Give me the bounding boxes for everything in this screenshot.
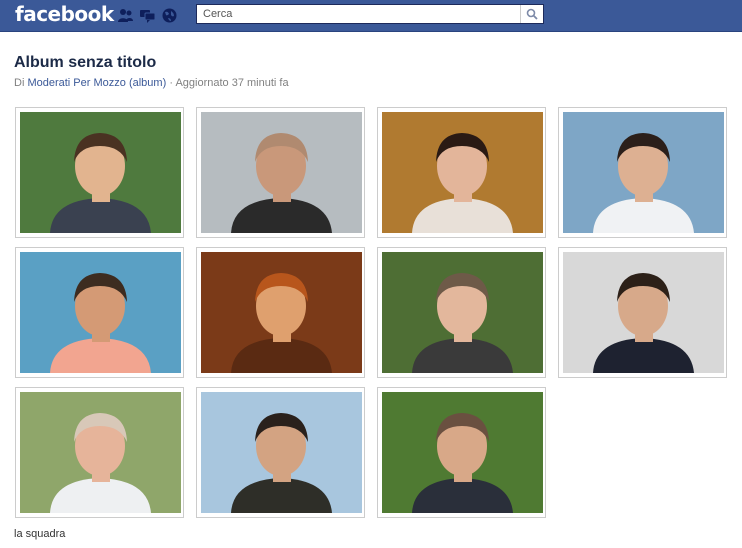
byline-prefix: Di: [14, 77, 25, 89]
top-bar: facebook: [0, 0, 742, 32]
photo-thumbnail-10[interactable]: [196, 387, 365, 518]
photo-image: [201, 112, 362, 233]
updated-time: Aggiornato 37 minuti fa: [175, 77, 289, 89]
portrait-image: [201, 252, 362, 373]
album-caption: la squadra: [14, 528, 66, 540]
portrait-image: [201, 112, 362, 233]
photo-thumbnail-1[interactable]: [15, 107, 184, 238]
messages-icon[interactable]: [139, 7, 156, 24]
photo-image: [20, 252, 181, 373]
portrait-image: [20, 112, 181, 233]
photo-image: [382, 392, 543, 513]
search-icon: [526, 8, 538, 20]
photo-image: [20, 392, 181, 513]
photo-thumbnail-3[interactable]: [377, 107, 546, 238]
portrait-image: [563, 252, 724, 373]
photo-image: [382, 112, 543, 233]
notifications-globe-icon[interactable]: [161, 7, 178, 24]
photo-image: [382, 252, 543, 373]
photo-thumbnail-6[interactable]: [196, 247, 365, 378]
portrait-image: [382, 112, 543, 233]
portrait-image: [201, 392, 362, 513]
photo-image: [201, 392, 362, 513]
photo-image: [201, 252, 362, 373]
search-box: [196, 4, 544, 24]
facebook-logo[interactable]: facebook: [15, 2, 114, 26]
search-input[interactable]: [197, 5, 525, 23]
photo-thumbnail-9[interactable]: [15, 387, 184, 518]
album-link[interactable]: (album): [129, 77, 166, 89]
photo-image: [563, 252, 724, 373]
portrait-image: [20, 392, 181, 513]
album-title: Album senza titolo: [14, 54, 157, 71]
album-byline: Di Moderati Per Mozzo (album) · Aggiorna…: [14, 77, 289, 89]
photo-thumbnail-2[interactable]: [196, 107, 365, 238]
photo-thumbnail-8[interactable]: [558, 247, 727, 378]
photo-image: [563, 112, 724, 233]
photo-thumbnail-5[interactable]: [15, 247, 184, 378]
portrait-image: [20, 252, 181, 373]
photo-thumbnail-11[interactable]: [377, 387, 546, 518]
search-button[interactable]: [520, 5, 543, 23]
portrait-image: [382, 252, 543, 373]
byline-separator: ·: [169, 77, 173, 89]
portrait-image: [563, 112, 724, 233]
photo-image: [20, 112, 181, 233]
owner-link[interactable]: Moderati Per Mozzo: [27, 77, 125, 89]
friend-requests-icon[interactable]: [117, 7, 134, 24]
notification-jewels: [117, 7, 178, 24]
photo-thumbnail-7[interactable]: [377, 247, 546, 378]
portrait-image: [382, 392, 543, 513]
photo-thumbnail-4[interactable]: [558, 107, 727, 238]
